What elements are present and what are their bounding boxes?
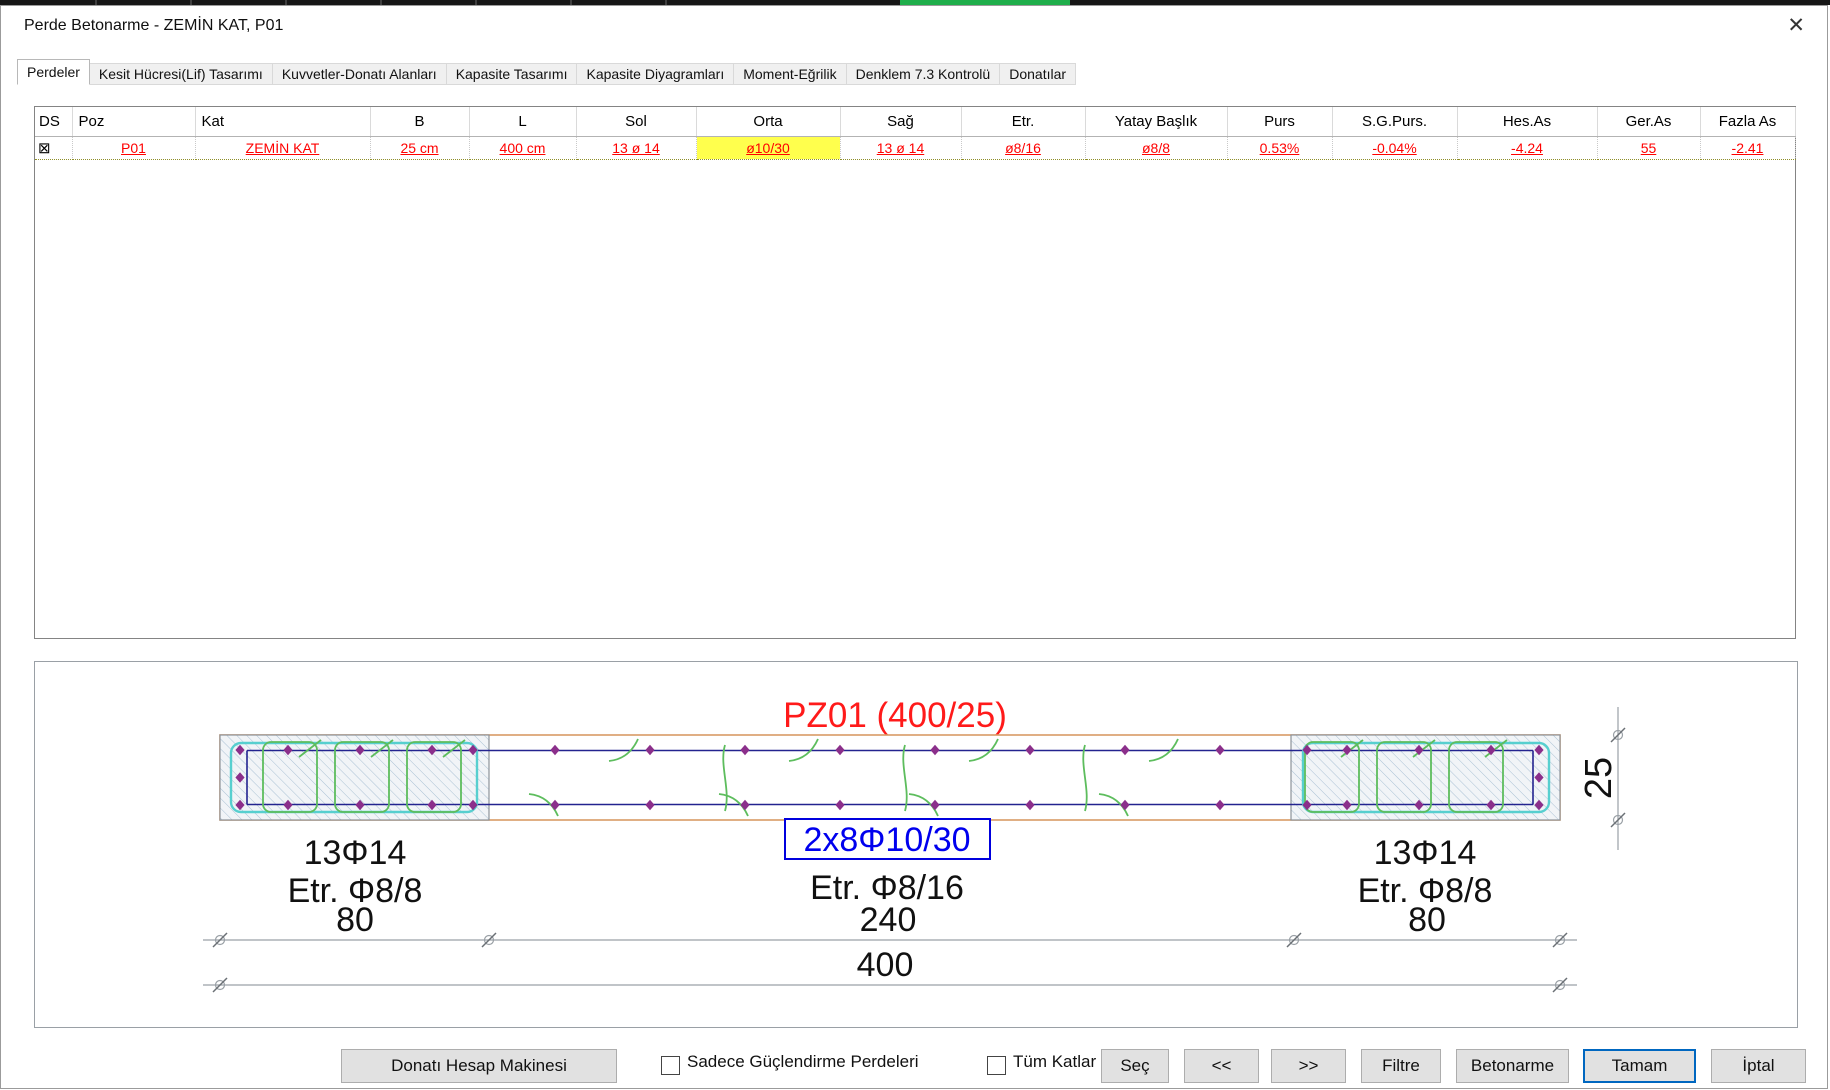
left-zone-bars-label: 13Φ14 [304,834,407,872]
right-zone-bars-label: 13Φ14 [1374,834,1477,872]
filter-button[interactable]: Filtre [1361,1049,1441,1083]
cell-ger-as[interactable]: 55 [1597,137,1700,160]
cell-l[interactable]: 400 cm [469,137,576,160]
cancel-button[interactable]: İptal [1711,1049,1806,1083]
col-header-purs: Purs [1227,107,1332,137]
col-header-b: B [370,107,469,137]
dim-right-label: 80 [1408,901,1446,939]
cell-etr[interactable]: ø8/16 [961,137,1085,160]
only-strengthening-label: Sadece Güçlendirme Perdeleri [687,1052,919,1072]
titlebar: Perde Betonarme - ZEMİN KAT, P01 ✕ [1,6,1827,52]
concrete-button[interactable]: Betonarme [1456,1049,1569,1083]
screen: Perde Betonarme - ZEMİN KAT, P01 ✕ Perde… [0,0,1830,1090]
select-button[interactable]: Seç [1101,1049,1169,1083]
cell-hes-as[interactable]: -4.24 [1457,137,1597,160]
tab-perdeler[interactable]: Perdeler [17,59,90,85]
rebar-calculator-button[interactable]: Donatı Hesap Makinesi [341,1049,617,1083]
tab-denklem-kontrolu[interactable]: Denklem 7.3 Kontrolü [847,63,1001,85]
tab-moment-egrilik[interactable]: Moment-Eğrilik [734,63,846,85]
cell-kat[interactable]: ZEMİN KAT [195,137,370,160]
tabbar: Perdeler Kesit Hücresi(Lif) Tasarımı Kuv… [17,59,1076,85]
middle-bars-label[interactable]: 2x8Φ10/30 [803,821,970,859]
cell-sag[interactable]: 13 ø 14 [840,137,961,160]
thickness-dimension: 25 [1578,707,1625,850]
col-header-l: L [469,107,576,137]
cell-b[interactable]: 25 cm [370,137,469,160]
col-header-orta: Orta [696,107,840,137]
next-button[interactable]: >> [1271,1049,1346,1083]
cell-sg-purs[interactable]: -0.04% [1332,137,1457,160]
col-header-sol: Sol [576,107,696,137]
thickness-dim-label: 25 [1578,757,1620,799]
dialog-title: Perde Betonarme - ZEMİN KAT, P01 [24,17,283,35]
tab-donatilar[interactable]: Donatılar [1000,63,1076,85]
only-strengthening-checkbox[interactable] [661,1056,680,1075]
wall-drawing-panel: PZ01 (400/25) [34,661,1798,1028]
wall-table-panel: DS Poz Kat B L Sol Orta Sağ Etr. Yatay B… [34,106,1796,639]
total-dimension-line: 400 [203,946,1577,992]
col-header-ds: DS [35,107,72,137]
col-header-etr: Etr. [961,107,1085,137]
dim-middle-label: 240 [860,901,917,939]
tab-kuvvetler-donati[interactable]: Kuvvetler-Donatı Alanları [273,63,447,85]
table-header-row: DS Poz Kat B L Sol Orta Sağ Etr. Yatay B… [35,107,1795,137]
ds-checkbox[interactable]: ⊠ [35,137,72,160]
table-row-p01[interactable]: ⊠ P01 ZEMİN KAT 25 cm 400 cm 13 ø 14 ø10… [35,137,1795,160]
tab-kesit-hucresi[interactable]: Kesit Hücresi(Lif) Tasarımı [90,63,273,85]
section-title: PZ01 (400/25) [783,696,1007,735]
tab-kapasite-tasarimi[interactable]: Kapasite Tasarımı [447,63,578,85]
perde-betonarme-dialog: Perde Betonarme - ZEMİN KAT, P01 ✕ Perde… [0,5,1828,1089]
wall-section-drawing: PZ01 (400/25) [35,662,1797,1027]
close-icon[interactable]: ✕ [1787,14,1805,38]
col-header-kat: Kat [195,107,370,137]
col-header-sag: Sağ [840,107,961,137]
tab-kapasite-diyagramlari[interactable]: Kapasite Diyagramları [577,63,734,85]
cell-purs[interactable]: 0.53% [1227,137,1332,160]
left-boundary-zone-hatch [220,735,489,820]
col-header-hes-as: Hes.As [1457,107,1597,137]
cell-fazla-as[interactable]: -2.41 [1700,137,1795,160]
cell-sol[interactable]: 13 ø 14 [576,137,696,160]
col-header-fazla-as: Fazla As [1700,107,1795,137]
dim-total-label: 400 [857,946,914,984]
ok-button[interactable]: Tamam [1583,1049,1696,1083]
col-header-poz: Poz [72,107,195,137]
cell-poz[interactable]: P01 [72,137,195,160]
col-header-yatay-baslik: Yatay Başlık [1085,107,1227,137]
wall-table: DS Poz Kat B L Sol Orta Sağ Etr. Yatay B… [35,107,1796,160]
col-header-ger-as: Ger.As [1597,107,1700,137]
dim-left-label: 80 [336,901,374,939]
all-floors-checkbox[interactable] [987,1056,1006,1075]
all-floors-label: Tüm Katlar [1013,1052,1096,1072]
col-header-sg-purs: S.G.Purs. [1332,107,1457,137]
cell-orta-highlighted[interactable]: ø10/30 [696,137,840,160]
prev-button[interactable]: << [1184,1049,1259,1083]
cell-yatay-baslik[interactable]: ø8/8 [1085,137,1227,160]
